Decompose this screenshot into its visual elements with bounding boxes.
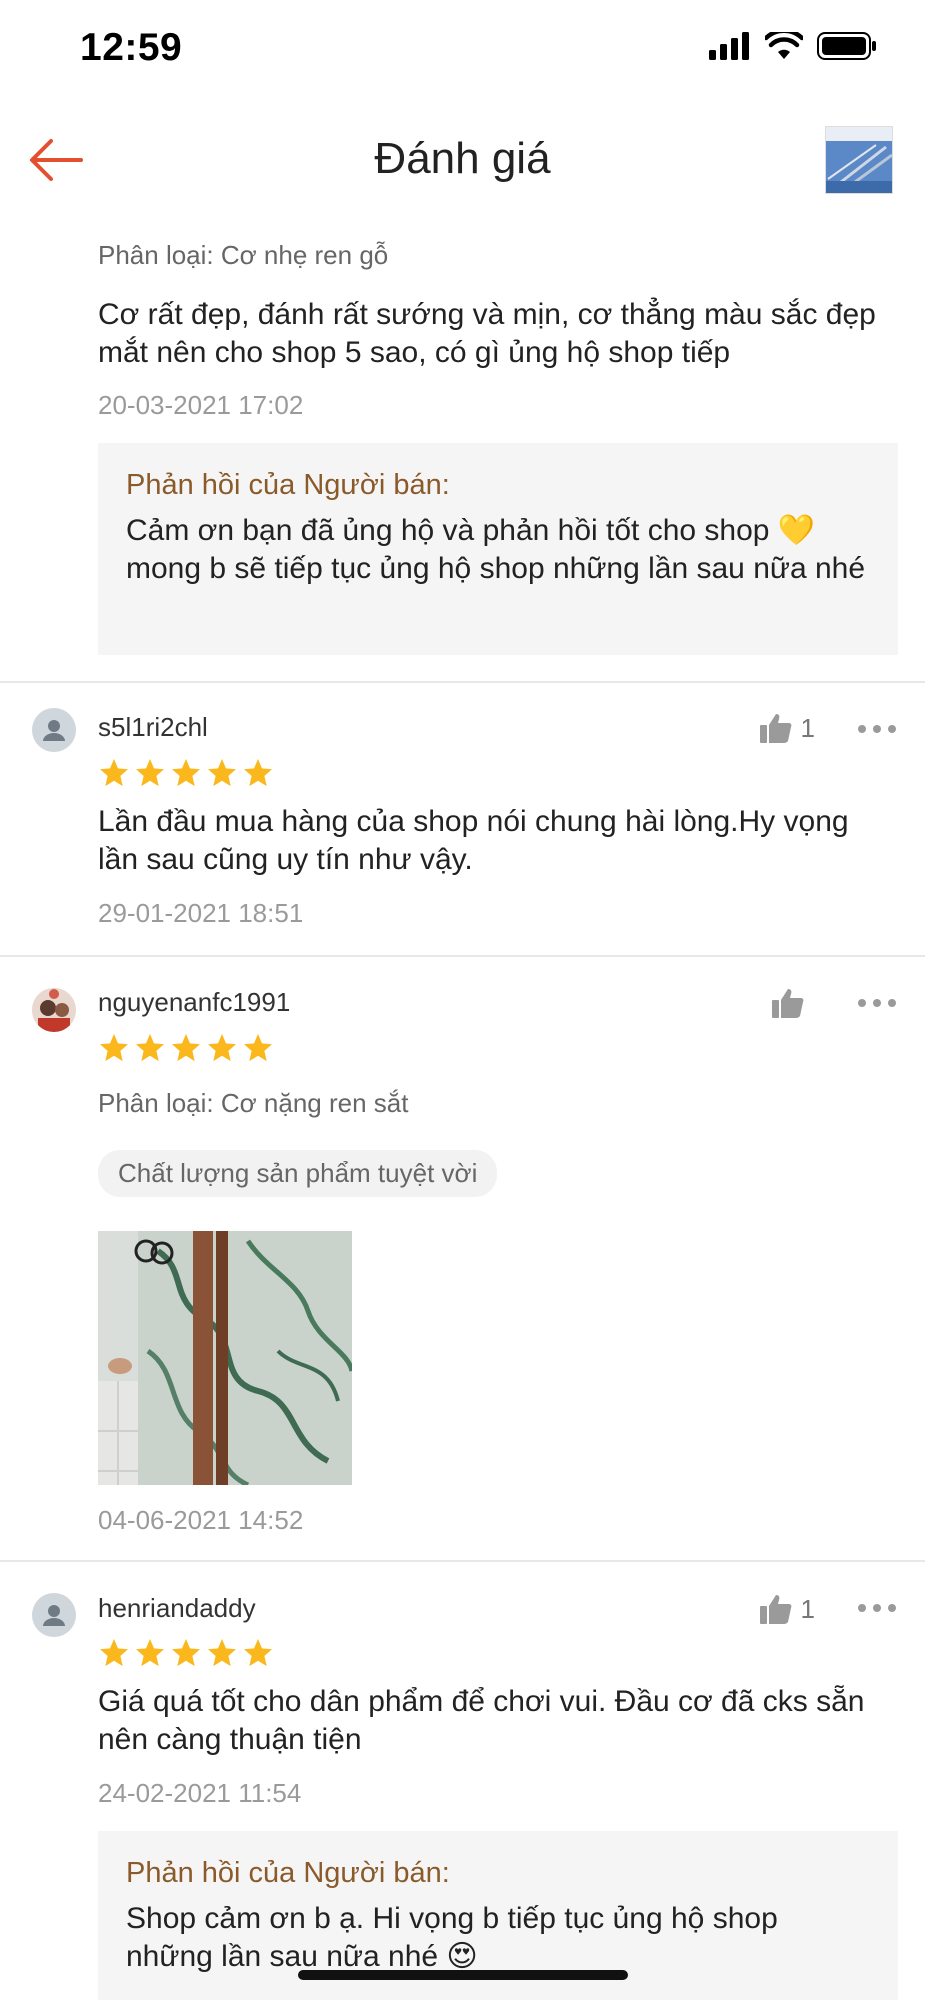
more-dots-icon: [858, 999, 896, 1007]
more-options-button[interactable]: [855, 1593, 899, 1623]
status-bar: 12:59: [0, 0, 925, 100]
star-icon: [172, 759, 200, 787]
divider: [0, 1560, 925, 1562]
more-dots-icon: [858, 1604, 896, 1612]
star-rating: [98, 1032, 274, 1064]
star-icon: [100, 1034, 128, 1062]
star-icon: [172, 1034, 200, 1062]
review-tag: Chất lượng sản phẩm tuyệt vời: [98, 1150, 498, 1197]
page-title: Đánh giá: [374, 134, 551, 183]
seller-reply-text: Cảm ơn bạn đã ủng hộ và phản hồi tốt cho…: [126, 514, 866, 585]
nav-bar: Đánh giá: [0, 110, 925, 210]
review-date: 29-01-2021 18:51: [98, 898, 304, 928]
like-button[interactable]: [771, 987, 813, 1019]
variant-label: Phân loại: Cơ nặng ren sắt: [98, 1088, 409, 1118]
star-icon: [244, 759, 272, 787]
avatar[interactable]: [32, 988, 76, 1032]
star-rating: [98, 1637, 274, 1669]
status-icons: [709, 32, 877, 60]
divider: [0, 955, 925, 957]
seller-reply-title: Phản hồi của Người bán:: [126, 469, 450, 501]
cellular-signal-icon: [709, 32, 749, 60]
star-icon: [136, 1639, 164, 1667]
star-icon: [244, 1034, 272, 1062]
product-thumbnail[interactable]: [825, 126, 893, 194]
more-options-button[interactable]: [855, 988, 899, 1018]
username[interactable]: henriandaddy: [98, 1593, 256, 1624]
review-photo-image: [98, 1231, 352, 1485]
username[interactable]: nguyenanfc1991: [98, 987, 290, 1018]
review-date: 20-03-2021 17:02: [98, 390, 304, 420]
avatar[interactable]: [32, 1593, 76, 1637]
star-icon: [172, 1639, 200, 1667]
thumbs-up-icon: [772, 989, 804, 1018]
star-icon: [136, 1034, 164, 1062]
variant-label: Phân loại: Cơ nhẹ ren gỗ: [98, 240, 389, 270]
avatar[interactable]: [32, 708, 76, 752]
review-text: Lần đầu mua hàng của shop nói chung hài …: [98, 805, 849, 876]
like-count: 1: [800, 712, 815, 743]
battery-icon: [817, 32, 876, 60]
review-photo[interactable]: [98, 1231, 352, 1485]
status-time: 12:59: [80, 26, 183, 69]
more-dots-icon: [858, 725, 896, 733]
star-icon: [100, 759, 128, 787]
like-button[interactable]: 1: [759, 1593, 815, 1625]
review-text: Giá quá tốt cho dân phẩm để chơi vui. Đầ…: [98, 1685, 865, 1756]
seller-reply: Phản hồi của Người bán: Cảm ơn bạn đã ủn…: [98, 443, 898, 655]
wifi-icon: [765, 32, 803, 59]
divider: [0, 681, 925, 683]
like-button[interactable]: 1: [759, 712, 815, 744]
default-user-icon: [43, 1605, 65, 1626]
star-icon: [136, 759, 164, 787]
thumbs-up-icon: [759, 714, 791, 743]
product-image: [826, 127, 892, 193]
thumbs-up-icon: [759, 1595, 791, 1624]
user-photo: [32, 988, 76, 1032]
star-icon: [100, 1639, 128, 1667]
like-count: 1: [800, 1593, 815, 1624]
star-rating: [98, 757, 274, 789]
star-icon: [244, 1639, 272, 1667]
star-icon: [208, 759, 236, 787]
star-icon: [208, 1639, 236, 1667]
star-icon: [208, 1034, 236, 1062]
username[interactable]: s5l1ri2chl: [98, 712, 208, 743]
default-user-icon: [43, 720, 65, 741]
review-date: 04-06-2021 14:52: [98, 1505, 304, 1535]
more-options-button[interactable]: [855, 714, 899, 744]
review-date: 24-02-2021 11:54: [98, 1778, 302, 1808]
review-text: Cơ rất đẹp, đánh rất sướng và mịn, cơ th…: [98, 298, 876, 369]
seller-reply-text: Shop cảm ơn b ạ. Hi vọng b tiếp tục ủng …: [126, 1902, 778, 1973]
seller-reply-title: Phản hồi của Người bán:: [126, 1857, 450, 1889]
home-indicator: [298, 1970, 628, 1980]
